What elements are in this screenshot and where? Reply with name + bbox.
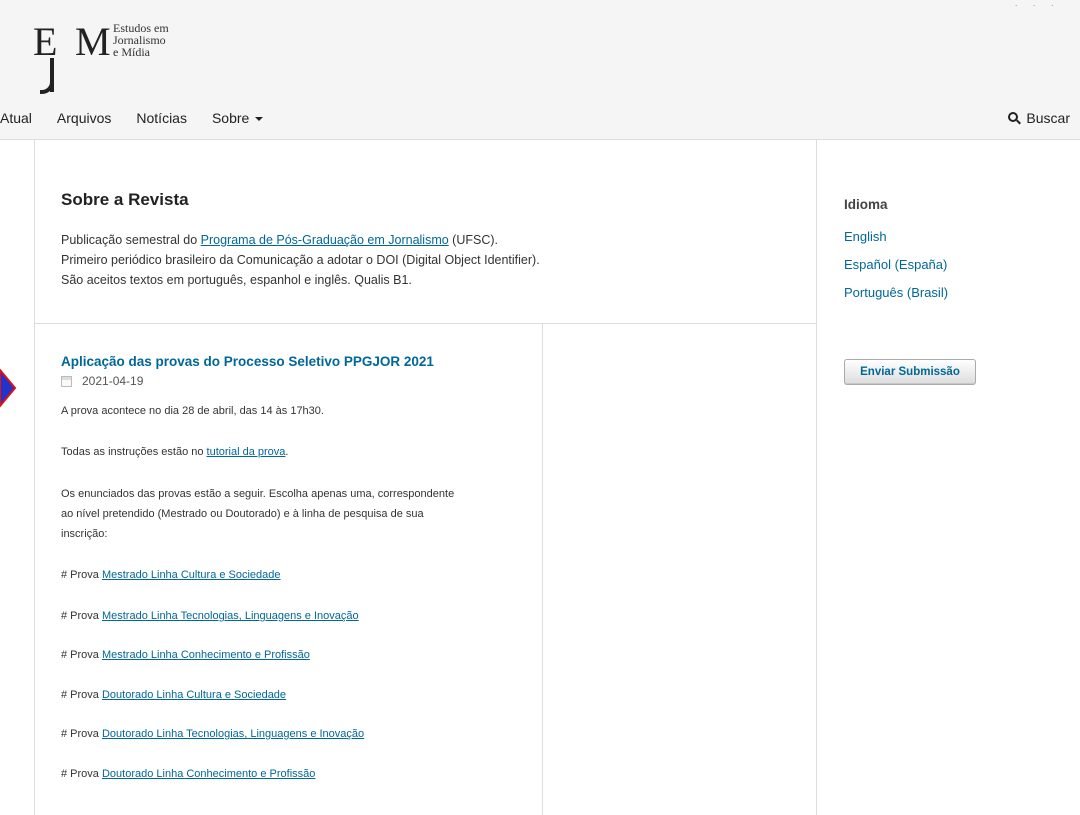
- about-line-3: São aceitos textos em português, espanho…: [61, 273, 412, 287]
- prova-link-doutorado-tecnologias[interactable]: Doutorado Linha Tecnologias, Linguagens …: [102, 728, 364, 740]
- language-link-espanol[interactable]: Español (España): [844, 257, 947, 272]
- nav-item-sobre-label: Sobre: [211, 110, 250, 126]
- prova-item: # Prova Mestrado Linha Conhecimento e Pr…: [61, 649, 310, 661]
- about-section: Sobre a Revista Publicação semestral do …: [35, 140, 816, 324]
- logo-line-3: e Mídia: [113, 45, 150, 59]
- p2-prefix: Todas as instruções estão no: [61, 446, 207, 458]
- site-header: E M Estudos em Jornalismo e Mídia · · · …: [0, 0, 1080, 140]
- announcement-p3-line-2: ao nível pretendido (Mestrado ou Doutora…: [61, 508, 424, 520]
- prova-link-mestrado-tecnologias[interactable]: Mestrado Linha Tecnologias, Linguagens e…: [102, 610, 359, 622]
- language-link-portugues[interactable]: Português (Brasil): [844, 285, 948, 300]
- about-line-2: Primeiro periódico brasileiro da Comunic…: [61, 253, 540, 267]
- prova-item: # Prova Doutorado Linha Tecnologias, Lin…: [61, 728, 365, 740]
- tutorial-link[interactable]: tutorial da prova: [207, 446, 286, 458]
- pointer-arrow-icon: [0, 368, 16, 408]
- logo-mark-j-hook: [40, 82, 54, 94]
- announcement-date-text: 2021-04-19: [82, 374, 144, 388]
- submit-button[interactable]: Enviar Submissão: [844, 359, 976, 385]
- prova-item: # Prova Mestrado Linha Tecnologias, Ling…: [61, 610, 359, 622]
- language-heading: Idioma: [844, 197, 888, 212]
- calendar-icon: [61, 375, 72, 387]
- announcement: Aplicação das provas do Processo Seletiv…: [35, 324, 543, 815]
- prova-link-doutorado-cultura[interactable]: Doutorado Linha Cultura e Sociedade: [102, 689, 286, 701]
- sidebar: Idioma English Español (España) Portuguê…: [817, 140, 1080, 815]
- ppgjor-link[interactable]: Programa de Pós-Graduação em Jornalismo: [201, 233, 449, 247]
- nav-item-sobre[interactable]: Sobre: [211, 110, 264, 132]
- nav-item-atual[interactable]: Atual: [0, 110, 32, 132]
- announcement-p3-line-1: Os enunciados das provas estão a seguir.…: [61, 488, 455, 500]
- search-link[interactable]: Buscar: [1008, 110, 1070, 126]
- prova-item: # Prova Doutorado Linha Conhecimento e P…: [61, 768, 316, 780]
- announcement-date: 2021-04-19: [61, 374, 143, 388]
- main-content: Sobre a Revista Publicação semestral do …: [34, 140, 817, 815]
- about-line-1-suffix: (UFSC).: [448, 233, 498, 247]
- about-line-1-prefix: Publicação semestral do: [61, 233, 201, 247]
- logo-mark-e: E: [33, 19, 57, 64]
- prova-link-doutorado-conhecimento[interactable]: Doutorado Linha Conhecimento e Profissão: [102, 768, 315, 780]
- logo-text: Estudos em Jornalismo e Mídia: [113, 22, 169, 58]
- main-nav: Atual Arquivos Notícias Sobre: [0, 110, 264, 132]
- caret-down-icon: [255, 117, 264, 122]
- announcement-p3-line-3: inscrição:: [61, 528, 108, 540]
- nav-item-arquivos[interactable]: Arquivos: [57, 110, 111, 132]
- prova-item: # Prova Mestrado Linha Cultura e Socieda…: [61, 569, 281, 581]
- user-menu-partial[interactable]: · · ·: [1014, 0, 1060, 11]
- language-link-english[interactable]: English: [844, 229, 887, 244]
- search-icon: [1008, 112, 1022, 125]
- nav-item-noticias[interactable]: Notícias: [136, 110, 187, 132]
- logo-mark-m: M: [75, 19, 111, 64]
- prova-link-mestrado-conhecimento[interactable]: Mestrado Linha Conhecimento e Profissão: [102, 649, 310, 661]
- announcement-title[interactable]: Aplicação das provas do Processo Seletiv…: [61, 354, 434, 369]
- prova-link-mestrado-cultura[interactable]: Mestrado Linha Cultura e Sociedade: [102, 569, 281, 581]
- site-logo[interactable]: E M Estudos em Jornalismo e Mídia: [33, 18, 213, 98]
- prova-item: # Prova Doutorado Linha Cultura e Socied…: [61, 689, 287, 701]
- p2-suffix: .: [285, 446, 289, 458]
- about-title: Sobre a Revista: [61, 190, 189, 209]
- about-line-1: Publicação semestral do Programa de Pós-…: [61, 233, 498, 247]
- announcement-p2: Todas as instruções estão no tutorial da…: [61, 446, 288, 458]
- search-label: Buscar: [1026, 110, 1070, 126]
- announcement-p1: A prova acontece no dia 28 de abril, das…: [61, 405, 324, 417]
